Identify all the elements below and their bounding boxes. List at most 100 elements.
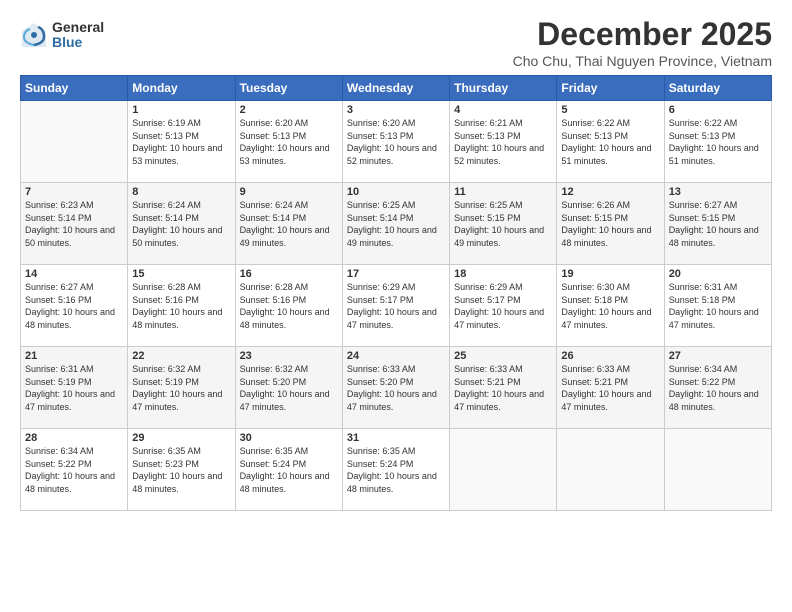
calendar-header-tuesday: Tuesday [235,76,342,101]
calendar-cell: 10Sunrise: 6:25 AM Sunset: 5:14 PM Dayli… [342,183,449,265]
calendar-cell: 4Sunrise: 6:21 AM Sunset: 5:13 PM Daylig… [450,101,557,183]
header-area: General Blue December 2025 Cho Chu, Thai… [20,16,772,69]
day-number: 20 [669,268,767,280]
calendar-header-sunday: Sunday [21,76,128,101]
day-info: Sunrise: 6:29 AM Sunset: 5:17 PM Dayligh… [454,281,552,331]
day-number: 12 [561,186,659,198]
calendar-cell: 31Sunrise: 6:35 AM Sunset: 5:24 PM Dayli… [342,429,449,511]
calendar-cell [450,429,557,511]
day-number: 26 [561,350,659,362]
day-info: Sunrise: 6:35 AM Sunset: 5:24 PM Dayligh… [347,445,445,495]
calendar-table: SundayMondayTuesdayWednesdayThursdayFrid… [20,75,772,511]
day-info: Sunrise: 6:27 AM Sunset: 5:15 PM Dayligh… [669,199,767,249]
day-number: 25 [454,350,552,362]
day-number: 22 [132,350,230,362]
month-title: December 2025 [513,16,772,53]
day-info: Sunrise: 6:34 AM Sunset: 5:22 PM Dayligh… [25,445,123,495]
logo-blue-text: Blue [52,35,104,50]
day-number: 4 [454,104,552,116]
calendar-cell: 22Sunrise: 6:32 AM Sunset: 5:19 PM Dayli… [128,347,235,429]
calendar-cell: 1Sunrise: 6:19 AM Sunset: 5:13 PM Daylig… [128,101,235,183]
day-info: Sunrise: 6:20 AM Sunset: 5:13 PM Dayligh… [240,117,338,167]
calendar-cell: 30Sunrise: 6:35 AM Sunset: 5:24 PM Dayli… [235,429,342,511]
day-info: Sunrise: 6:31 AM Sunset: 5:19 PM Dayligh… [25,363,123,413]
day-info: Sunrise: 6:32 AM Sunset: 5:20 PM Dayligh… [240,363,338,413]
subtitle: Cho Chu, Thai Nguyen Province, Vietnam [513,53,772,69]
day-number: 13 [669,186,767,198]
calendar-week-row: 7Sunrise: 6:23 AM Sunset: 5:14 PM Daylig… [21,183,772,265]
day-info: Sunrise: 6:23 AM Sunset: 5:14 PM Dayligh… [25,199,123,249]
calendar-cell: 18Sunrise: 6:29 AM Sunset: 5:17 PM Dayli… [450,265,557,347]
calendar-cell: 17Sunrise: 6:29 AM Sunset: 5:17 PM Dayli… [342,265,449,347]
day-number: 28 [25,432,123,444]
day-info: Sunrise: 6:27 AM Sunset: 5:16 PM Dayligh… [25,281,123,331]
logo-general-text: General [52,20,104,35]
day-number: 30 [240,432,338,444]
title-area: December 2025 Cho Chu, Thai Nguyen Provi… [513,16,772,69]
calendar-cell [21,101,128,183]
calendar-cell: 29Sunrise: 6:35 AM Sunset: 5:23 PM Dayli… [128,429,235,511]
calendar-cell: 11Sunrise: 6:25 AM Sunset: 5:15 PM Dayli… [450,183,557,265]
calendar-header-wednesday: Wednesday [342,76,449,101]
calendar-cell: 24Sunrise: 6:33 AM Sunset: 5:20 PM Dayli… [342,347,449,429]
day-number: 15 [132,268,230,280]
day-number: 11 [454,186,552,198]
calendar-cell: 21Sunrise: 6:31 AM Sunset: 5:19 PM Dayli… [21,347,128,429]
day-number: 23 [240,350,338,362]
calendar-cell: 27Sunrise: 6:34 AM Sunset: 5:22 PM Dayli… [664,347,771,429]
day-info: Sunrise: 6:35 AM Sunset: 5:24 PM Dayligh… [240,445,338,495]
day-info: Sunrise: 6:33 AM Sunset: 5:21 PM Dayligh… [561,363,659,413]
day-info: Sunrise: 6:34 AM Sunset: 5:22 PM Dayligh… [669,363,767,413]
calendar-week-row: 28Sunrise: 6:34 AM Sunset: 5:22 PM Dayli… [21,429,772,511]
day-info: Sunrise: 6:30 AM Sunset: 5:18 PM Dayligh… [561,281,659,331]
calendar-cell: 7Sunrise: 6:23 AM Sunset: 5:14 PM Daylig… [21,183,128,265]
day-number: 2 [240,104,338,116]
day-info: Sunrise: 6:28 AM Sunset: 5:16 PM Dayligh… [240,281,338,331]
calendar-header-row: SundayMondayTuesdayWednesdayThursdayFrid… [21,76,772,101]
day-number: 19 [561,268,659,280]
day-number: 27 [669,350,767,362]
logo-icon [20,21,48,49]
day-info: Sunrise: 6:21 AM Sunset: 5:13 PM Dayligh… [454,117,552,167]
logo: General Blue [20,20,104,51]
calendar-cell: 13Sunrise: 6:27 AM Sunset: 5:15 PM Dayli… [664,183,771,265]
day-number: 8 [132,186,230,198]
calendar-cell: 14Sunrise: 6:27 AM Sunset: 5:16 PM Dayli… [21,265,128,347]
calendar-cell [557,429,664,511]
calendar-header-saturday: Saturday [664,76,771,101]
calendar-header-thursday: Thursday [450,76,557,101]
day-info: Sunrise: 6:22 AM Sunset: 5:13 PM Dayligh… [561,117,659,167]
calendar-cell: 6Sunrise: 6:22 AM Sunset: 5:13 PM Daylig… [664,101,771,183]
calendar-cell: 19Sunrise: 6:30 AM Sunset: 5:18 PM Dayli… [557,265,664,347]
calendar-cell: 5Sunrise: 6:22 AM Sunset: 5:13 PM Daylig… [557,101,664,183]
day-info: Sunrise: 6:25 AM Sunset: 5:15 PM Dayligh… [454,199,552,249]
day-info: Sunrise: 6:22 AM Sunset: 5:13 PM Dayligh… [669,117,767,167]
day-info: Sunrise: 6:24 AM Sunset: 5:14 PM Dayligh… [132,199,230,249]
day-number: 5 [561,104,659,116]
day-number: 14 [25,268,123,280]
page: General Blue December 2025 Cho Chu, Thai… [0,0,792,612]
day-info: Sunrise: 6:26 AM Sunset: 5:15 PM Dayligh… [561,199,659,249]
calendar-week-row: 21Sunrise: 6:31 AM Sunset: 5:19 PM Dayli… [21,347,772,429]
day-number: 9 [240,186,338,198]
day-number: 17 [347,268,445,280]
calendar-week-row: 1Sunrise: 6:19 AM Sunset: 5:13 PM Daylig… [21,101,772,183]
calendar-cell: 12Sunrise: 6:26 AM Sunset: 5:15 PM Dayli… [557,183,664,265]
day-info: Sunrise: 6:19 AM Sunset: 5:13 PM Dayligh… [132,117,230,167]
day-number: 7 [25,186,123,198]
day-info: Sunrise: 6:35 AM Sunset: 5:23 PM Dayligh… [132,445,230,495]
day-number: 3 [347,104,445,116]
logo-text: General Blue [52,20,104,51]
day-number: 1 [132,104,230,116]
day-info: Sunrise: 6:33 AM Sunset: 5:21 PM Dayligh… [454,363,552,413]
calendar-cell: 9Sunrise: 6:24 AM Sunset: 5:14 PM Daylig… [235,183,342,265]
calendar-header-monday: Monday [128,76,235,101]
day-info: Sunrise: 6:33 AM Sunset: 5:20 PM Dayligh… [347,363,445,413]
day-number: 6 [669,104,767,116]
day-number: 16 [240,268,338,280]
calendar-cell: 3Sunrise: 6:20 AM Sunset: 5:13 PM Daylig… [342,101,449,183]
calendar-cell: 2Sunrise: 6:20 AM Sunset: 5:13 PM Daylig… [235,101,342,183]
day-number: 24 [347,350,445,362]
day-info: Sunrise: 6:32 AM Sunset: 5:19 PM Dayligh… [132,363,230,413]
calendar-cell [664,429,771,511]
